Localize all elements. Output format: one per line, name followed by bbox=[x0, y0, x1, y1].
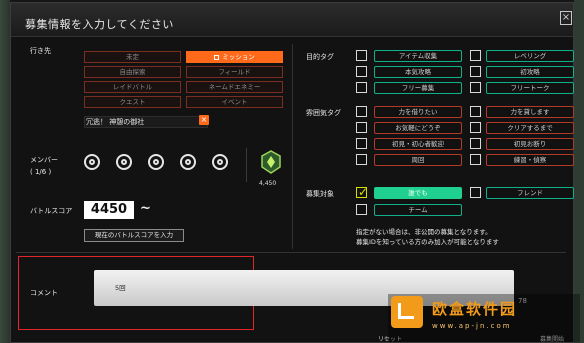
member-slot-icon[interactable] bbox=[180, 154, 196, 170]
comment-value: 5回 bbox=[115, 284, 126, 292]
watermark-logo-mark bbox=[398, 303, 414, 319]
target-friend[interactable]: フレンド bbox=[486, 187, 574, 199]
close-button[interactable]: × bbox=[560, 11, 572, 25]
target-anyone[interactable]: 誰でも bbox=[374, 187, 462, 199]
members-count: ( 1/6 ) bbox=[30, 168, 52, 176]
score-tilde: ~ bbox=[140, 201, 151, 216]
mood-practice[interactable]: 練習・偵察 bbox=[486, 154, 574, 166]
purpose-checkbox[interactable] bbox=[356, 66, 367, 77]
mood-checkbox[interactable] bbox=[356, 122, 367, 133]
target-checkbox-team[interactable] bbox=[356, 204, 367, 215]
battle-score-input[interactable]: 4450 bbox=[84, 201, 134, 219]
mood-farming[interactable]: 周回 bbox=[374, 154, 462, 166]
dest-option-undecided[interactable]: 未定 bbox=[84, 51, 181, 63]
destination-label: 行き先 bbox=[30, 47, 51, 55]
tag-first-clear[interactable]: 初攻略 bbox=[486, 66, 574, 78]
member-slot-icon[interactable] bbox=[84, 154, 100, 170]
mood-checkbox[interactable] bbox=[470, 138, 481, 149]
tag-leveling[interactable]: レベリング bbox=[486, 50, 574, 62]
mood-casual[interactable]: お気軽にどうぞ bbox=[374, 122, 462, 134]
member-slot-icon[interactable] bbox=[148, 154, 164, 170]
mood-checkbox[interactable] bbox=[470, 122, 481, 133]
battle-score-label: バトルスコア bbox=[30, 207, 73, 215]
mood-beginner-welcome[interactable]: 初見・初心者歓迎 bbox=[374, 138, 462, 150]
purpose-checkbox[interactable] bbox=[470, 50, 481, 61]
purpose-checkbox[interactable] bbox=[470, 66, 481, 77]
tag-serious[interactable]: 本気攻略 bbox=[374, 66, 462, 78]
privacy-note: 募集IDを知っている方のみ加入が可能となります bbox=[356, 238, 499, 246]
mood-checkbox[interactable] bbox=[356, 106, 367, 117]
member-slot-icon[interactable] bbox=[212, 154, 228, 170]
comment-label: コメント bbox=[30, 289, 58, 297]
members-label: メンバー bbox=[30, 156, 58, 164]
purpose-checkbox[interactable] bbox=[356, 50, 367, 61]
use-current-score-button[interactable]: 現在のバトルスコアを入力 bbox=[84, 229, 184, 242]
target-team[interactable]: チーム bbox=[374, 204, 462, 216]
dialog-title: 募集情報を入力してください bbox=[25, 18, 174, 31]
tag-item-collect[interactable]: アイテム収集 bbox=[374, 50, 462, 62]
dest-option-mission[interactable]: ミッション bbox=[186, 51, 283, 63]
target-checkbox-friend[interactable] bbox=[470, 187, 481, 198]
quest-clear-button[interactable]: × bbox=[199, 115, 209, 125]
mood-no-first-timers[interactable]: 初見お断り bbox=[486, 138, 574, 150]
rank-score: 4,450 bbox=[259, 180, 277, 187]
dest-option-raid[interactable]: レイドバトル bbox=[84, 81, 181, 93]
purpose-tags-label: 目的タグ bbox=[306, 53, 334, 61]
mood-checkbox[interactable] bbox=[356, 138, 367, 149]
column-divider bbox=[292, 44, 293, 249]
quest-name: 冗逃！ 神憩の御社 bbox=[86, 118, 145, 126]
dest-option-named-enemy[interactable]: ネームドエネミー bbox=[186, 81, 283, 93]
watermark-url: www.ap-jn.com bbox=[432, 322, 512, 330]
rank-emblem-icon bbox=[261, 150, 281, 174]
purpose-checkbox[interactable] bbox=[356, 82, 367, 93]
mood-checkbox[interactable] bbox=[470, 154, 481, 165]
mood-until-clear[interactable]: クリアするまで bbox=[486, 122, 574, 134]
dest-option-field[interactable]: フィールド bbox=[186, 66, 283, 78]
tag-free-recruit[interactable]: フリー募集 bbox=[374, 82, 462, 94]
mood-tags-label: 雰囲気タグ bbox=[306, 109, 341, 117]
divider bbox=[16, 252, 566, 253]
watermark-text: 欧盒软件园 bbox=[432, 300, 518, 318]
tag-free-talk[interactable]: フリートーク bbox=[486, 82, 574, 94]
mood-need-help[interactable]: 力を借りたい bbox=[374, 106, 462, 118]
check-icon: ✓ bbox=[358, 185, 369, 199]
mood-checkbox[interactable] bbox=[470, 106, 481, 117]
dest-option-free-explore[interactable]: 自由探索 bbox=[84, 66, 181, 78]
purpose-checkbox[interactable] bbox=[470, 82, 481, 93]
mood-checkbox[interactable] bbox=[356, 154, 367, 165]
title-bar: 募集情報を入力してください bbox=[11, 3, 573, 37]
dest-option-event[interactable]: イベント bbox=[186, 96, 283, 108]
privacy-note: 指定がない場合は、非公開の募集となります。 bbox=[356, 228, 492, 236]
mood-lend-help[interactable]: 力を貸します bbox=[486, 106, 574, 118]
recruit-target-label: 募集対象 bbox=[306, 190, 334, 198]
target-checkbox-anyone[interactable]: ✓ bbox=[356, 185, 369, 199]
divider bbox=[246, 148, 247, 182]
member-slot-icon[interactable] bbox=[116, 154, 132, 170]
dest-option-quest[interactable]: クエスト bbox=[84, 96, 181, 108]
lock-icon bbox=[214, 54, 220, 60]
